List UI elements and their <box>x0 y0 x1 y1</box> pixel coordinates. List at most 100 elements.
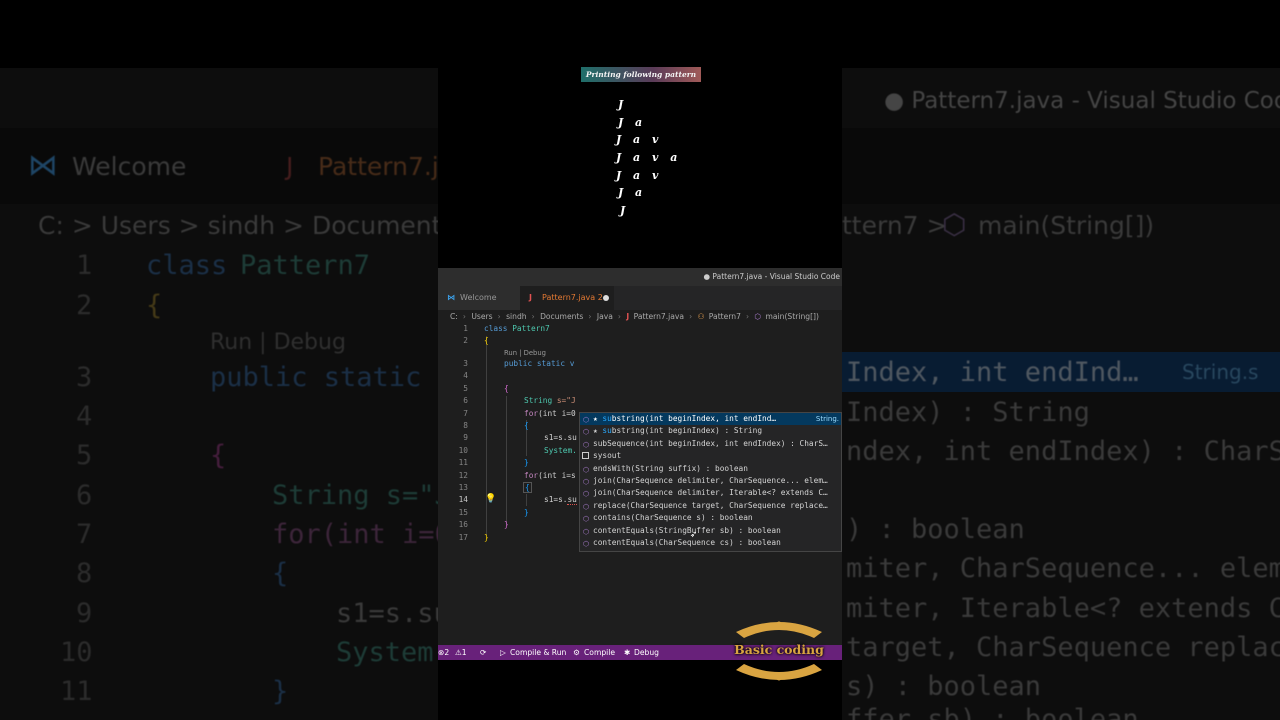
line-number: 9 <box>463 433 468 443</box>
breadcrumb-method[interactable]: main(String[]) <box>765 312 819 321</box>
code-brace-matched: { <box>523 482 532 493</box>
code-brace: { <box>524 421 529 430</box>
suggestion-label: bstring(int beginIndex) : String <box>611 426 763 436</box>
codelens-run-debug[interactable]: Run | Debug <box>504 349 546 357</box>
banner-title: Printing following pattern <box>581 67 701 82</box>
suggestion-item[interactable]: ⬡ ★ substring(int beginIndex) : String <box>580 425 841 437</box>
chevron-right-icon: › <box>531 312 535 321</box>
line-number: 11 <box>458 458 468 468</box>
gear-icon: ⚙ <box>573 648 580 657</box>
pattern-row: J a v a <box>616 151 682 165</box>
suggestion-detail: String. <box>815 415 839 423</box>
star-icon: ★ <box>593 414 598 423</box>
suggestion-item[interactable]: ⬡ join(CharSequence delimiter, CharSequen… <box>580 475 841 487</box>
method-cube-icon: ⬡ <box>582 465 590 474</box>
vscode-window: ● Pattern7.java - Visual Studio Code ⋈ W… <box>438 268 842 660</box>
method-cube-icon: ⬡ <box>582 527 590 536</box>
suggestion-item[interactable]: ⬡ subSequence(int beginIndex, int endInde… <box>580 438 841 450</box>
line-number: 3 <box>463 359 468 368</box>
breadcrumb-documents[interactable]: Documents <box>540 312 583 321</box>
line-number: 4 <box>463 371 468 381</box>
status-warnings[interactable]: ⚠1 <box>455 645 467 660</box>
star-icon: ★ <box>593 426 598 436</box>
chevron-right-icon: › <box>745 312 749 321</box>
breadcrumb-file[interactable]: Pattern7.java <box>634 312 684 321</box>
suggestion-match: su <box>602 426 612 436</box>
method-cube-icon: ⬡ <box>582 490 590 499</box>
lightbulb-icon[interactable]: 💡 <box>485 494 496 504</box>
code-editor[interactable]: 1 2 3 4 5 6 7 8 9 10 11 12 13 14 15 16 1… <box>438 324 842 646</box>
suggestion-label: contentEquals(CharSequence cs) : boolean <box>593 538 781 547</box>
code-typing: su <box>567 495 577 506</box>
code-brace: } <box>504 520 509 530</box>
suggestion-item[interactable]: ⬡ replace(CharSequence target, CharSequen… <box>580 500 841 512</box>
suggestion-item[interactable]: sysout <box>580 450 841 462</box>
method-cube-icon: ⬡ <box>582 478 590 486</box>
watermark-text: Basic coding <box>734 642 824 657</box>
compile-run-button[interactable]: Compile & Run <box>510 645 566 660</box>
unsaved-dot-icon[interactable] <box>603 295 609 301</box>
suggestion-item[interactable]: ⬡ contentEquals(StringBuffer sb) : boolea… <box>580 525 841 537</box>
line-number: 16 <box>458 520 468 530</box>
breadcrumb-class[interactable]: Pattern7 <box>709 312 741 321</box>
line-number: 12 <box>458 470 468 480</box>
indent-guide <box>526 494 527 506</box>
code-keyword: for <box>524 470 539 480</box>
chevron-right-icon: › <box>588 312 592 321</box>
method-cube-icon: ⬡ <box>754 312 762 321</box>
breadcrumb-sindh[interactable]: sindh <box>506 312 527 321</box>
code-brace: { <box>484 336 489 346</box>
line-number: 2 <box>463 336 468 346</box>
tab-label: Welcome <box>460 293 497 302</box>
chevron-right-icon: › <box>617 312 621 321</box>
line-number: 13 <box>458 483 468 492</box>
line-number: 1 <box>463 324 468 333</box>
compile-button[interactable]: Compile <box>584 645 615 660</box>
breadcrumb: C: › Users › sindh › Documents › Java › J Pat… <box>450 310 821 324</box>
code-type: String <box>524 396 553 406</box>
debug-button[interactable]: Debug <box>634 645 659 660</box>
snippet-icon <box>582 452 589 460</box>
class-icon: ⚇ <box>697 312 705 321</box>
suggestion-label: join(CharSequence delimiter, CharSequenc… <box>593 476 828 485</box>
method-cube-icon: ⬡ <box>582 540 590 548</box>
pattern-row: J <box>620 204 630 218</box>
indent-guide <box>486 336 487 536</box>
pattern-row: J a <box>618 115 647 129</box>
line-number: 6 <box>463 396 468 406</box>
suggestion-item[interactable]: ⬡ endsWith(String suffix) : boolean <box>580 463 841 475</box>
code-text: (int i=0 <box>538 408 576 418</box>
breadcrumb-users[interactable]: Users <box>471 312 492 321</box>
vscode-icon: ⋈ <box>447 293 455 302</box>
suggestion-item[interactable]: ⬡ contentEquals(CharSequence cs) : boolea… <box>580 537 841 549</box>
code-keyword: for <box>524 408 539 418</box>
channel-watermark: Basic coding <box>724 618 834 684</box>
breadcrumb-drive[interactable]: C: <box>450 312 458 321</box>
suggestion-label: contentEquals(StringBuffer sb) : boolean <box>593 525 781 535</box>
pattern-output: J J a J a v J a v a J a v J a J <box>616 98 738 222</box>
suggestion-item[interactable]: ⬡ contains(CharSequence s) : boolean <box>580 512 841 524</box>
play-icon: ▷ <box>500 648 506 657</box>
suggestion-item[interactable]: ⬡ ★ substring(int beginIndex, int endInd…… <box>580 413 841 426</box>
bug-icon: ✱ <box>624 648 631 657</box>
suggestion-label: endsWith(String suffix) : boolean <box>593 463 748 473</box>
suggestion-label: subSequence(int beginIndex, int endIndex… <box>593 438 828 448</box>
mouse-cursor-icon: ➶ <box>690 528 697 541</box>
tab-pattern7-java[interactable]: J Pattern7.java 2 <box>520 286 614 310</box>
autocomplete-suggest-widget: ⬡ ★ substring(int beginIndex, int endInd…… <box>579 412 842 552</box>
tab-welcome[interactable]: ⋈ Welcome <box>438 286 520 310</box>
line-number-current: 14 <box>458 495 468 505</box>
suggestion-label: contains(CharSequence s) : boolean <box>593 513 753 523</box>
method-cube-icon: ⬡ <box>582 416 590 424</box>
tab-bar: ⋈ Welcome J Pattern7.java 2 <box>438 286 842 310</box>
code-brace: } <box>484 532 489 542</box>
sync-icon[interactable]: ⟳ <box>480 645 486 660</box>
pattern-row: J a <box>618 186 647 200</box>
breadcrumb-java[interactable]: Java <box>597 312 613 321</box>
pattern-row: J a v <box>616 133 663 147</box>
suggestion-item[interactable]: ⬡ join(CharSequence delimiter, Iterable<?… <box>580 487 841 499</box>
line-number: 17 <box>458 532 468 542</box>
suggestion-label: sysout <box>593 451 622 461</box>
status-errors[interactable]: ⊗2 <box>438 645 449 660</box>
code-text: s1=s. <box>544 495 568 505</box>
